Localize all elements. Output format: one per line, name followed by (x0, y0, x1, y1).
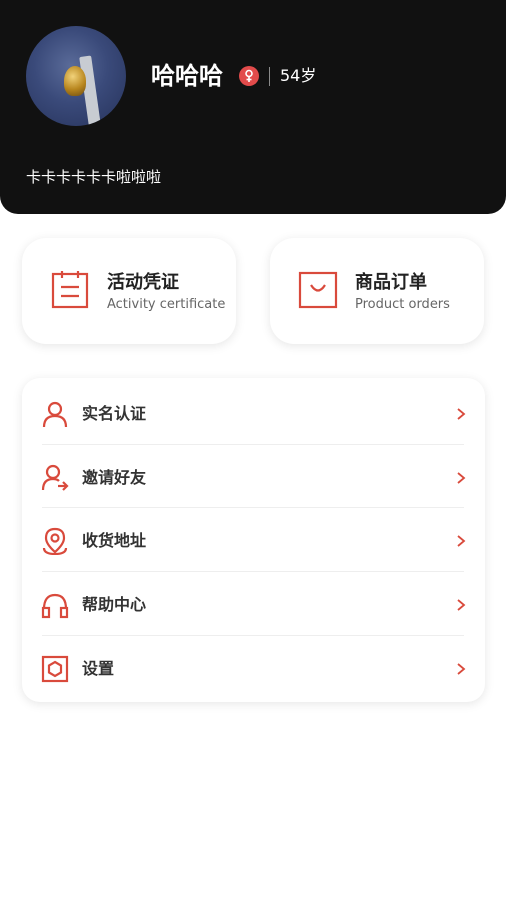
menu-label: 邀请好友 (82, 468, 147, 487)
chevron-right-icon (456, 661, 466, 675)
avatar[interactable] (26, 26, 126, 126)
chevron-right-icon (456, 597, 466, 611)
avatar-photo-detail (64, 66, 86, 96)
menu-item-shipping-address[interactable]: 收货地址 (22, 507, 485, 570)
chevron-right-icon (456, 470, 466, 484)
clipboard-icon (50, 270, 90, 310)
profile-name: 哈哈哈 (151, 62, 223, 90)
gender-icon (239, 66, 259, 86)
menu-item-real-name-verification[interactable]: 实名认证 (22, 380, 485, 443)
card-title: 活动凭证 (107, 272, 179, 293)
menu-label: 收货地址 (82, 531, 147, 550)
settings-hexagon-icon (41, 655, 69, 683)
activity-certificate-card[interactable]: 活动凭证 Activity certificate (22, 238, 236, 344)
shopping-bag-icon (298, 270, 338, 310)
profile-age: 54岁 (280, 66, 317, 85)
user-icon (41, 400, 69, 428)
product-orders-card[interactable]: 商品订单 Product orders (270, 238, 484, 344)
menu-label: 设置 (82, 659, 115, 678)
location-pin-icon (41, 527, 69, 556)
menu-item-settings[interactable]: 设置 (22, 635, 485, 698)
menu-item-invite-friends[interactable]: 邀请好友 (22, 444, 485, 507)
card-title: 商品订单 (355, 272, 427, 293)
settings-menu: 实名认证 邀请好友 收货地址 帮助中心 设置 (22, 378, 485, 702)
chevron-right-icon (456, 533, 466, 547)
menu-item-help-center[interactable]: 帮助中心 (22, 571, 485, 634)
chevron-right-icon (456, 406, 466, 420)
menu-label: 实名认证 (82, 404, 147, 423)
card-subtitle: Product orders (355, 297, 450, 312)
profile-bio: 卡卡卡卡卡卡啦啦啦 (26, 168, 162, 186)
invite-user-icon (41, 464, 69, 492)
headphones-icon (41, 591, 69, 619)
profile-divider (269, 67, 270, 86)
card-subtitle: Activity certificate (107, 297, 226, 312)
menu-label: 帮助中心 (82, 595, 147, 614)
profile-header: 哈哈哈 54岁 卡卡卡卡卡卡啦啦啦 (0, 0, 506, 214)
